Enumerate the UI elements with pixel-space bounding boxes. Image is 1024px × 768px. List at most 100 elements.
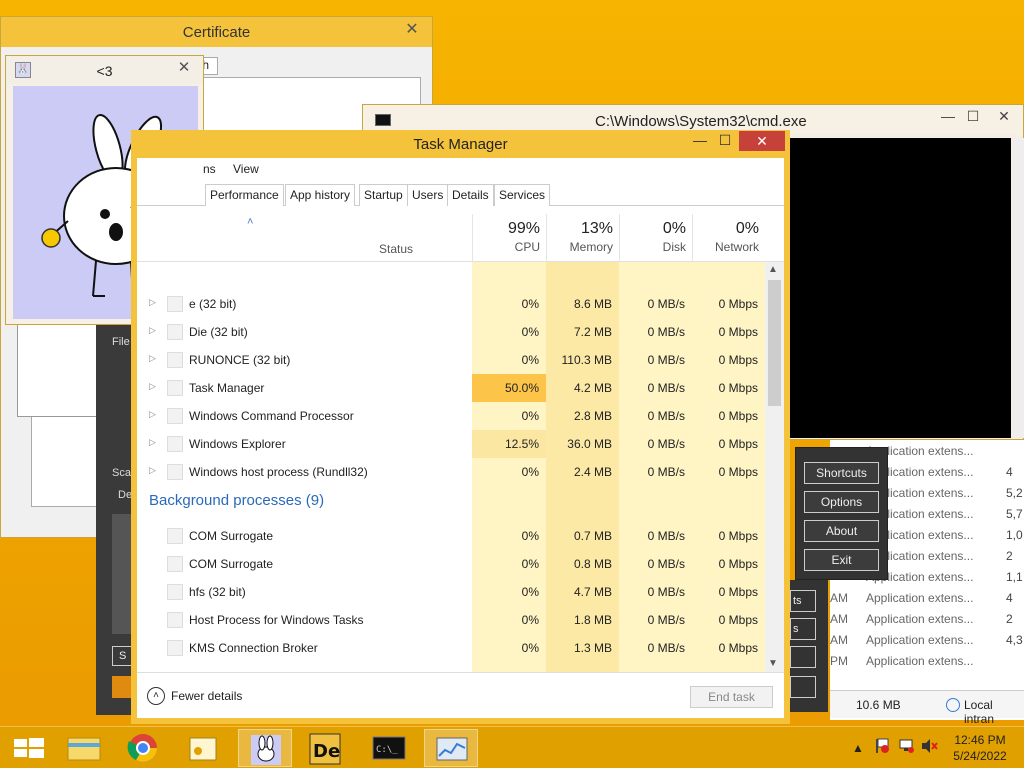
tab-app-history[interactable]: App history — [285, 184, 356, 206]
cpu-value: 0% — [521, 353, 539, 367]
shortcuts-button[interactable]: Shortcuts — [804, 462, 879, 484]
scroll-thumb[interactable] — [768, 280, 781, 406]
shortcut-menu[interactable]: Shortcuts Options About Exit — [795, 447, 888, 580]
maximize-icon[interactable]: ☐ — [960, 108, 986, 128]
certificate-titlebar[interactable]: Certificate ✕ — [1, 17, 432, 47]
close-icon[interactable]: ✕ — [991, 108, 1017, 128]
process-name: Task Manager — [189, 381, 265, 395]
table-row[interactable]: ▷ Windows Explorer 12.5% 36.0 MB 0 MB/s 0 Mbp… — [137, 430, 765, 458]
close-icon[interactable]: ✕ — [398, 19, 426, 39]
network-value: 0 Mbps — [718, 381, 758, 395]
task-manager-titlebar[interactable]: Task Manager — ☐ ✕ — [131, 130, 790, 158]
process-name: e (32 bit) — [189, 297, 237, 311]
expand-icon[interactable]: ▷ — [149, 353, 156, 364]
status-column-header[interactable]: Status — [379, 242, 413, 256]
disk-value: 0 MB/s — [647, 641, 685, 655]
memory-total: 13% — [580, 220, 613, 237]
dropdown-label[interactable]: De — [118, 489, 132, 501]
tab-details[interactable]: Details — [447, 184, 494, 206]
process-list[interactable]: ▷ e (32 bit) 0% 8.6 MB 0 MB/s 0 Mbps ▷ Die (32 … — [137, 262, 765, 672]
task-manager-window[interactable]: Task Manager — ☐ ✕ ns View Performance A… — [131, 130, 790, 724]
table-row[interactable]: ▷ Die (32 bit) 0% 7.2 MB 0 MB/s 0 Mbps — [137, 318, 765, 346]
cmd-icon[interactable]: C:\_ — [362, 729, 416, 767]
file-menu-label[interactable]: File — [112, 336, 130, 348]
network-flag-icon[interactable] — [874, 737, 890, 753]
chevron-up-icon[interactable]: ˄ — [147, 687, 165, 705]
die-app-icon[interactable]: De — [298, 729, 352, 767]
table-row[interactable]: ▷ e (32 bit) 0% 8.6 MB 0 MB/s 0 Mbps — [137, 290, 765, 318]
table-row[interactable]: ▷ Windows host process (Rundll32) 0% 2.4 MB… — [137, 458, 765, 486]
clock[interactable]: 12:46 PM 5/24/2022 — [940, 732, 1020, 764]
console-area[interactable] — [783, 138, 1011, 438]
maximize-icon[interactable]: ☐ — [712, 132, 738, 152]
dark-app-window[interactable]: File Sca De S — [96, 320, 136, 715]
cpu-column-header[interactable]: 99% CPU — [472, 214, 546, 262]
side-button-4[interactable] — [790, 676, 816, 698]
memory-value: 7.2 MB — [573, 325, 612, 339]
table-row[interactable]: KMS Connection Broker 0% 1.3 MB 0 MB/s 0 Mbp… — [137, 634, 765, 662]
cpu-label: CPU — [514, 240, 540, 254]
end-task-button[interactable]: End task — [690, 686, 773, 708]
table-row[interactable]: ▷ Windows Command Processor 0% 2.8 MB 0 MB/s… — [137, 402, 765, 430]
disk-column-header[interactable]: 0% Disk — [619, 214, 692, 262]
network-icon[interactable] — [898, 737, 916, 758]
process-name: COM Surrogate — [189, 557, 274, 571]
process-list-scrollbar[interactable]: ▲ ▼ — [765, 262, 784, 672]
sort-arrow-icon[interactable]: ˄ — [247, 216, 253, 228]
chrome-icon[interactable] — [116, 729, 170, 767]
side-button-3[interactable] — [790, 646, 816, 668]
scroll-down-icon[interactable]: ▼ — [768, 658, 778, 669]
network-value: 0 Mbps — [718, 585, 758, 599]
table-row[interactable]: hfs (32 bit) 0% 4.7 MB 0 MB/s 0 Mbps — [137, 578, 765, 606]
table-row[interactable]: Host Process for Windows Tasks 0% 1.8 MB 0 … — [137, 606, 765, 634]
certificate-app-icon[interactable] — [176, 729, 230, 767]
minimize-icon[interactable]: — — [687, 132, 713, 152]
expand-icon[interactable]: ▷ — [149, 325, 156, 336]
menu-view[interactable]: View — [233, 162, 259, 176]
fewer-details-link[interactable]: Fewer details — [171, 689, 242, 703]
expand-icon[interactable]: ▷ — [149, 297, 156, 308]
tab-services[interactable]: Services — [494, 184, 551, 206]
expand-icon[interactable]: ▷ — [149, 465, 156, 476]
start-icon[interactable] — [4, 729, 58, 767]
disk-value: 0 MB/s — [647, 529, 685, 543]
process-icon — [167, 436, 183, 452]
network-column-header[interactable]: 0% Network — [692, 214, 765, 262]
disk-total: 0% — [662, 220, 686, 237]
cmd-scrollbar[interactable] — [1013, 138, 1024, 438]
table-row[interactable]: ▷ Task Manager 50.0% 4.2 MB 0 MB/s 0 Mbps — [137, 374, 765, 402]
tab-performance[interactable]: Performance — [205, 184, 284, 206]
menu-options[interactable]: ns — [203, 162, 216, 176]
memory-column-header[interactable]: 13% Memory — [546, 214, 619, 262]
exit-button[interactable]: Exit — [804, 549, 879, 571]
tray-overflow-icon[interactable]: ▲ — [852, 741, 864, 755]
cpu-value: 50.0% — [504, 381, 539, 395]
table-row[interactable]: COM Surrogate 0% 0.8 MB 0 MB/s 0 Mbps — [137, 550, 765, 578]
table-row[interactable]: ▷ RUNONCE (32 bit) 0% 110.3 MB 0 MB/s 0 Mbps — [137, 346, 765, 374]
volume-muted-icon[interactable] — [920, 737, 938, 758]
side-button-1[interactable]: ts — [790, 590, 816, 612]
tab-users[interactable]: Users — [407, 184, 449, 206]
cpu-value: 0% — [521, 585, 539, 599]
cpu-value: 0% — [521, 465, 539, 479]
task-manager-icon[interactable] — [424, 729, 478, 767]
item-size: 2 — [1006, 612, 1013, 626]
bunny-app-icon[interactable] — [238, 729, 292, 767]
file-explorer-icon[interactable] — [58, 729, 112, 767]
minimize-icon[interactable]: — — [935, 108, 961, 128]
expand-icon[interactable]: ▷ — [149, 409, 156, 420]
tab-startup[interactable]: Startup — [359, 184, 408, 206]
background-processes-header[interactable]: Background processes (9) — [149, 492, 324, 509]
expand-icon[interactable]: ▷ — [149, 381, 156, 392]
close-icon[interactable]: ✕ — [171, 58, 197, 76]
scroll-up-icon[interactable]: ▲ — [768, 264, 778, 275]
expand-icon[interactable]: ▷ — [149, 437, 156, 448]
options-button[interactable]: Options — [804, 491, 879, 513]
close-icon[interactable]: ✕ — [739, 131, 785, 151]
table-row[interactable]: COM Surrogate 0% 0.7 MB 0 MB/s 0 Mbps — [137, 522, 765, 550]
dark-side-panel[interactable]: ts s — [788, 580, 828, 712]
about-button[interactable]: About — [804, 520, 879, 542]
side-button-2[interactable]: s — [790, 618, 816, 640]
bunny-titlebar[interactable]: 🐰 <3 ✕ — [6, 56, 203, 84]
network-value: 0 Mbps — [718, 297, 758, 311]
